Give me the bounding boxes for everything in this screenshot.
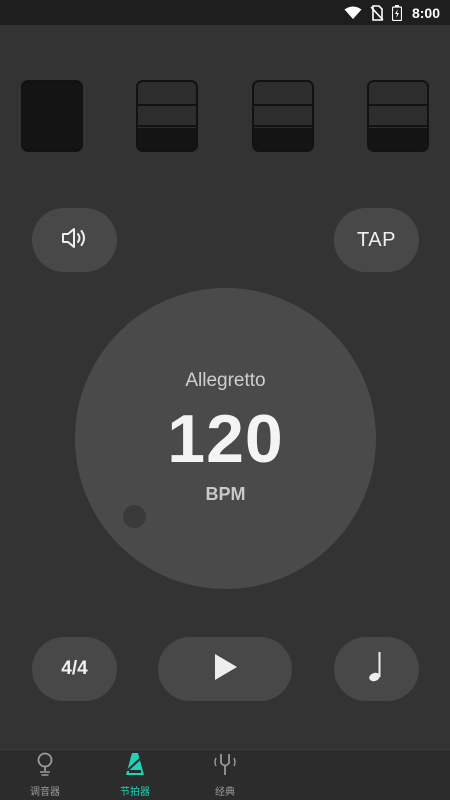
tuning-fork-icon (212, 752, 238, 781)
nav-label-classic: 经典 (215, 787, 235, 798)
speaker-icon (60, 225, 90, 256)
battery-icon (391, 4, 402, 21)
dial-knob[interactable] (123, 505, 146, 528)
no-sim-icon (370, 4, 384, 21)
play-icon (211, 652, 239, 687)
tempo-marking: Allegretto (185, 370, 266, 391)
nav-item-classic[interactable]: 经典 (180, 750, 270, 800)
beat-indicator-1[interactable] (21, 80, 83, 152)
nav-item-tuner[interactable]: 调音器 (0, 750, 90, 800)
nav-label-metronome: 节拍器 (120, 787, 150, 798)
sound-button[interactable] (32, 208, 117, 272)
bpm-unit-label: BPM (205, 484, 246, 504)
metronome-screen: 8:00 TAP Allegretto 120 BPM 4/4 调音器 节拍器 … (0, 0, 450, 800)
play-button[interactable] (158, 637, 292, 701)
tap-button[interactable]: TAP (334, 208, 419, 272)
metronome-icon (124, 752, 146, 781)
status-bar: 8:00 (0, 0, 450, 25)
tempo-dial[interactable]: Allegretto 120 BPM (75, 288, 376, 589)
beat-indicator-3[interactable] (252, 80, 314, 152)
note-value-button[interactable] (334, 637, 419, 701)
beat-indicator-2[interactable] (136, 80, 198, 152)
time-signature-button[interactable]: 4/4 (32, 637, 117, 701)
quarter-note-icon (367, 650, 387, 689)
tuner-icon (34, 752, 56, 781)
bpm-value: 120 (167, 401, 284, 477)
status-time: 8:00 (411, 4, 440, 21)
beat-indicators (0, 80, 450, 152)
wifi-icon (344, 6, 362, 20)
bottom-nav: 调音器 节拍器 经典 (0, 749, 450, 800)
nav-item-metronome[interactable]: 节拍器 (90, 750, 180, 800)
nav-label-tuner: 调音器 (30, 787, 60, 798)
beat-indicator-4[interactable] (367, 80, 429, 152)
